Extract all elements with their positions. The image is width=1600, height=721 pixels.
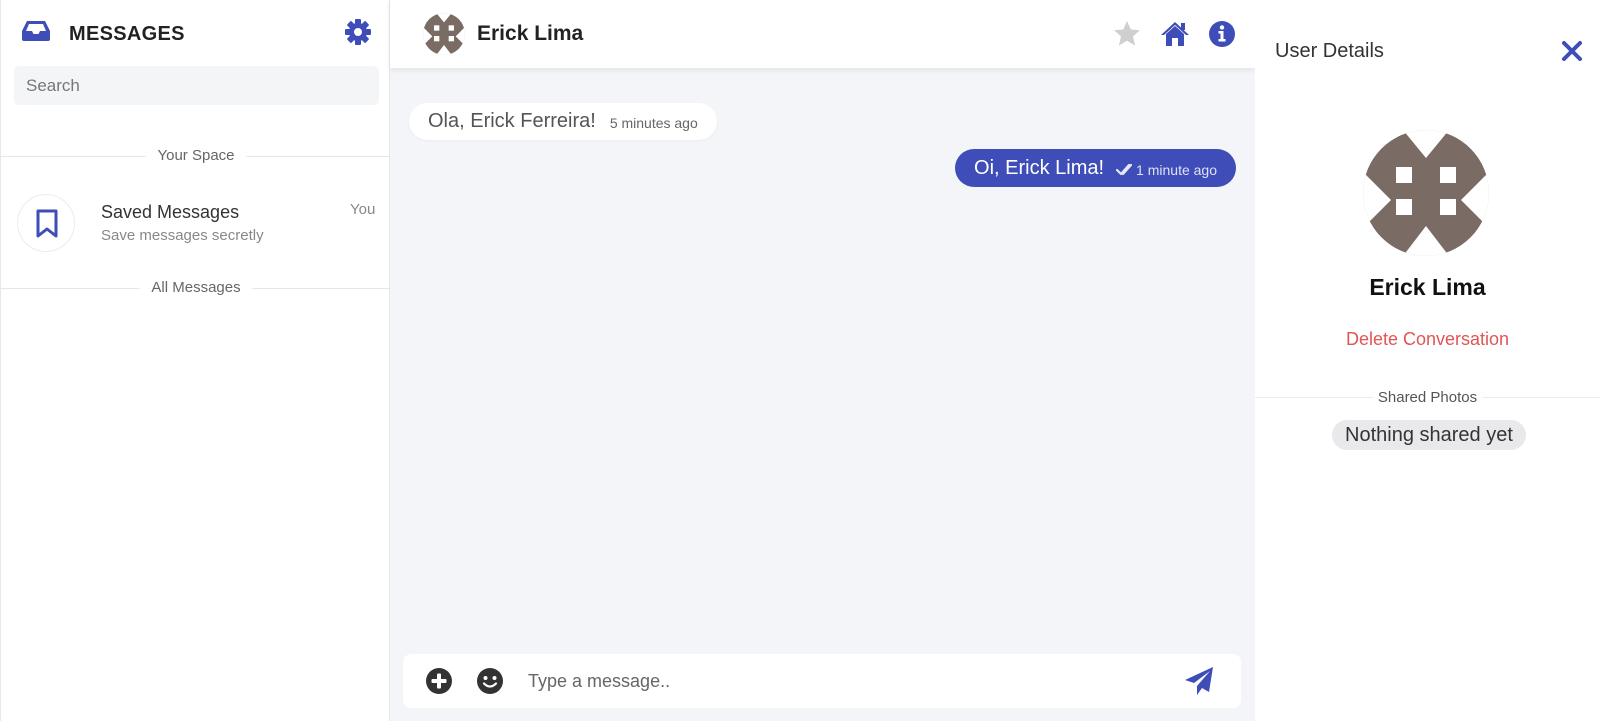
contact-avatar[interactable] — [423, 13, 465, 55]
bookmark-icon — [36, 209, 58, 238]
saved-messages-subtitle: Save messages secretly — [101, 227, 264, 244]
all-messages-divider: All Messages — [1, 278, 391, 298]
your-space-divider: Your Space — [1, 146, 391, 166]
message-time: 1 minute ago — [1136, 161, 1217, 178]
chat-header: Erick Lima — [390, 0, 1255, 68]
your-space-label: Your Space — [145, 147, 247, 164]
saved-messages-item[interactable]: Saved Messages Save messages secretly Yo… — [1, 188, 391, 258]
message-text: Oi, Erick Lima! — [974, 156, 1105, 179]
message-input[interactable] — [528, 662, 1168, 700]
saved-messages-owner: You — [350, 201, 376, 218]
plus-circle-icon[interactable] — [425, 667, 453, 695]
info-icon[interactable] — [1207, 19, 1237, 49]
star-icon[interactable] — [1112, 19, 1142, 49]
sidebar-header: MESSAGES — [1, 0, 391, 66]
home-icon[interactable] — [1160, 19, 1190, 49]
user-details-panel: User Details Erick Lima Delete Conversat… — [1255, 0, 1600, 721]
saved-messages-name: Saved Messages — [101, 202, 240, 222]
saved-messages-avatar — [17, 194, 75, 252]
close-icon[interactable] — [1560, 39, 1584, 63]
contact-name: Erick Lima — [477, 22, 584, 45]
sidebar-title: MESSAGES — [69, 23, 185, 45]
shared-photos-divider: Shared Photos — [1255, 387, 1600, 407]
user-avatar — [1363, 130, 1489, 256]
send-icon[interactable] — [1183, 665, 1215, 697]
delete-conversation-button[interactable]: Delete Conversation — [1255, 329, 1600, 350]
message-text: Ola, Erick Ferreira! — [428, 110, 596, 132]
message-time: 5 minutes ago — [609, 115, 698, 131]
outgoing-message[interactable]: Oi, Erick Lima! 1 minute ago — [955, 149, 1236, 187]
shared-photos-label: Shared Photos — [1372, 389, 1483, 406]
smiley-icon[interactable] — [476, 667, 504, 695]
gear-icon[interactable] — [344, 18, 372, 46]
sidebar: MESSAGES Your Space — [0, 0, 391, 721]
double-check-icon — [1116, 163, 1133, 175]
incoming-message[interactable]: Ola, Erick Ferreira! 5 minutes ago — [409, 103, 717, 140]
shared-empty-badge: Nothing shared yet — [1332, 420, 1526, 450]
user-name: Erick Lima — [1369, 274, 1486, 300]
chat-panel: Erick Lima Ola, Erick Ferreira! 5 minute… — [390, 0, 1255, 721]
details-title: User Details — [1275, 40, 1384, 62]
all-messages-label: All Messages — [139, 279, 253, 296]
message-composer — [403, 654, 1241, 708]
search-input[interactable] — [14, 66, 379, 105]
message-meta: 1 minute ago — [1116, 159, 1217, 178]
inbox-icon — [21, 20, 51, 42]
